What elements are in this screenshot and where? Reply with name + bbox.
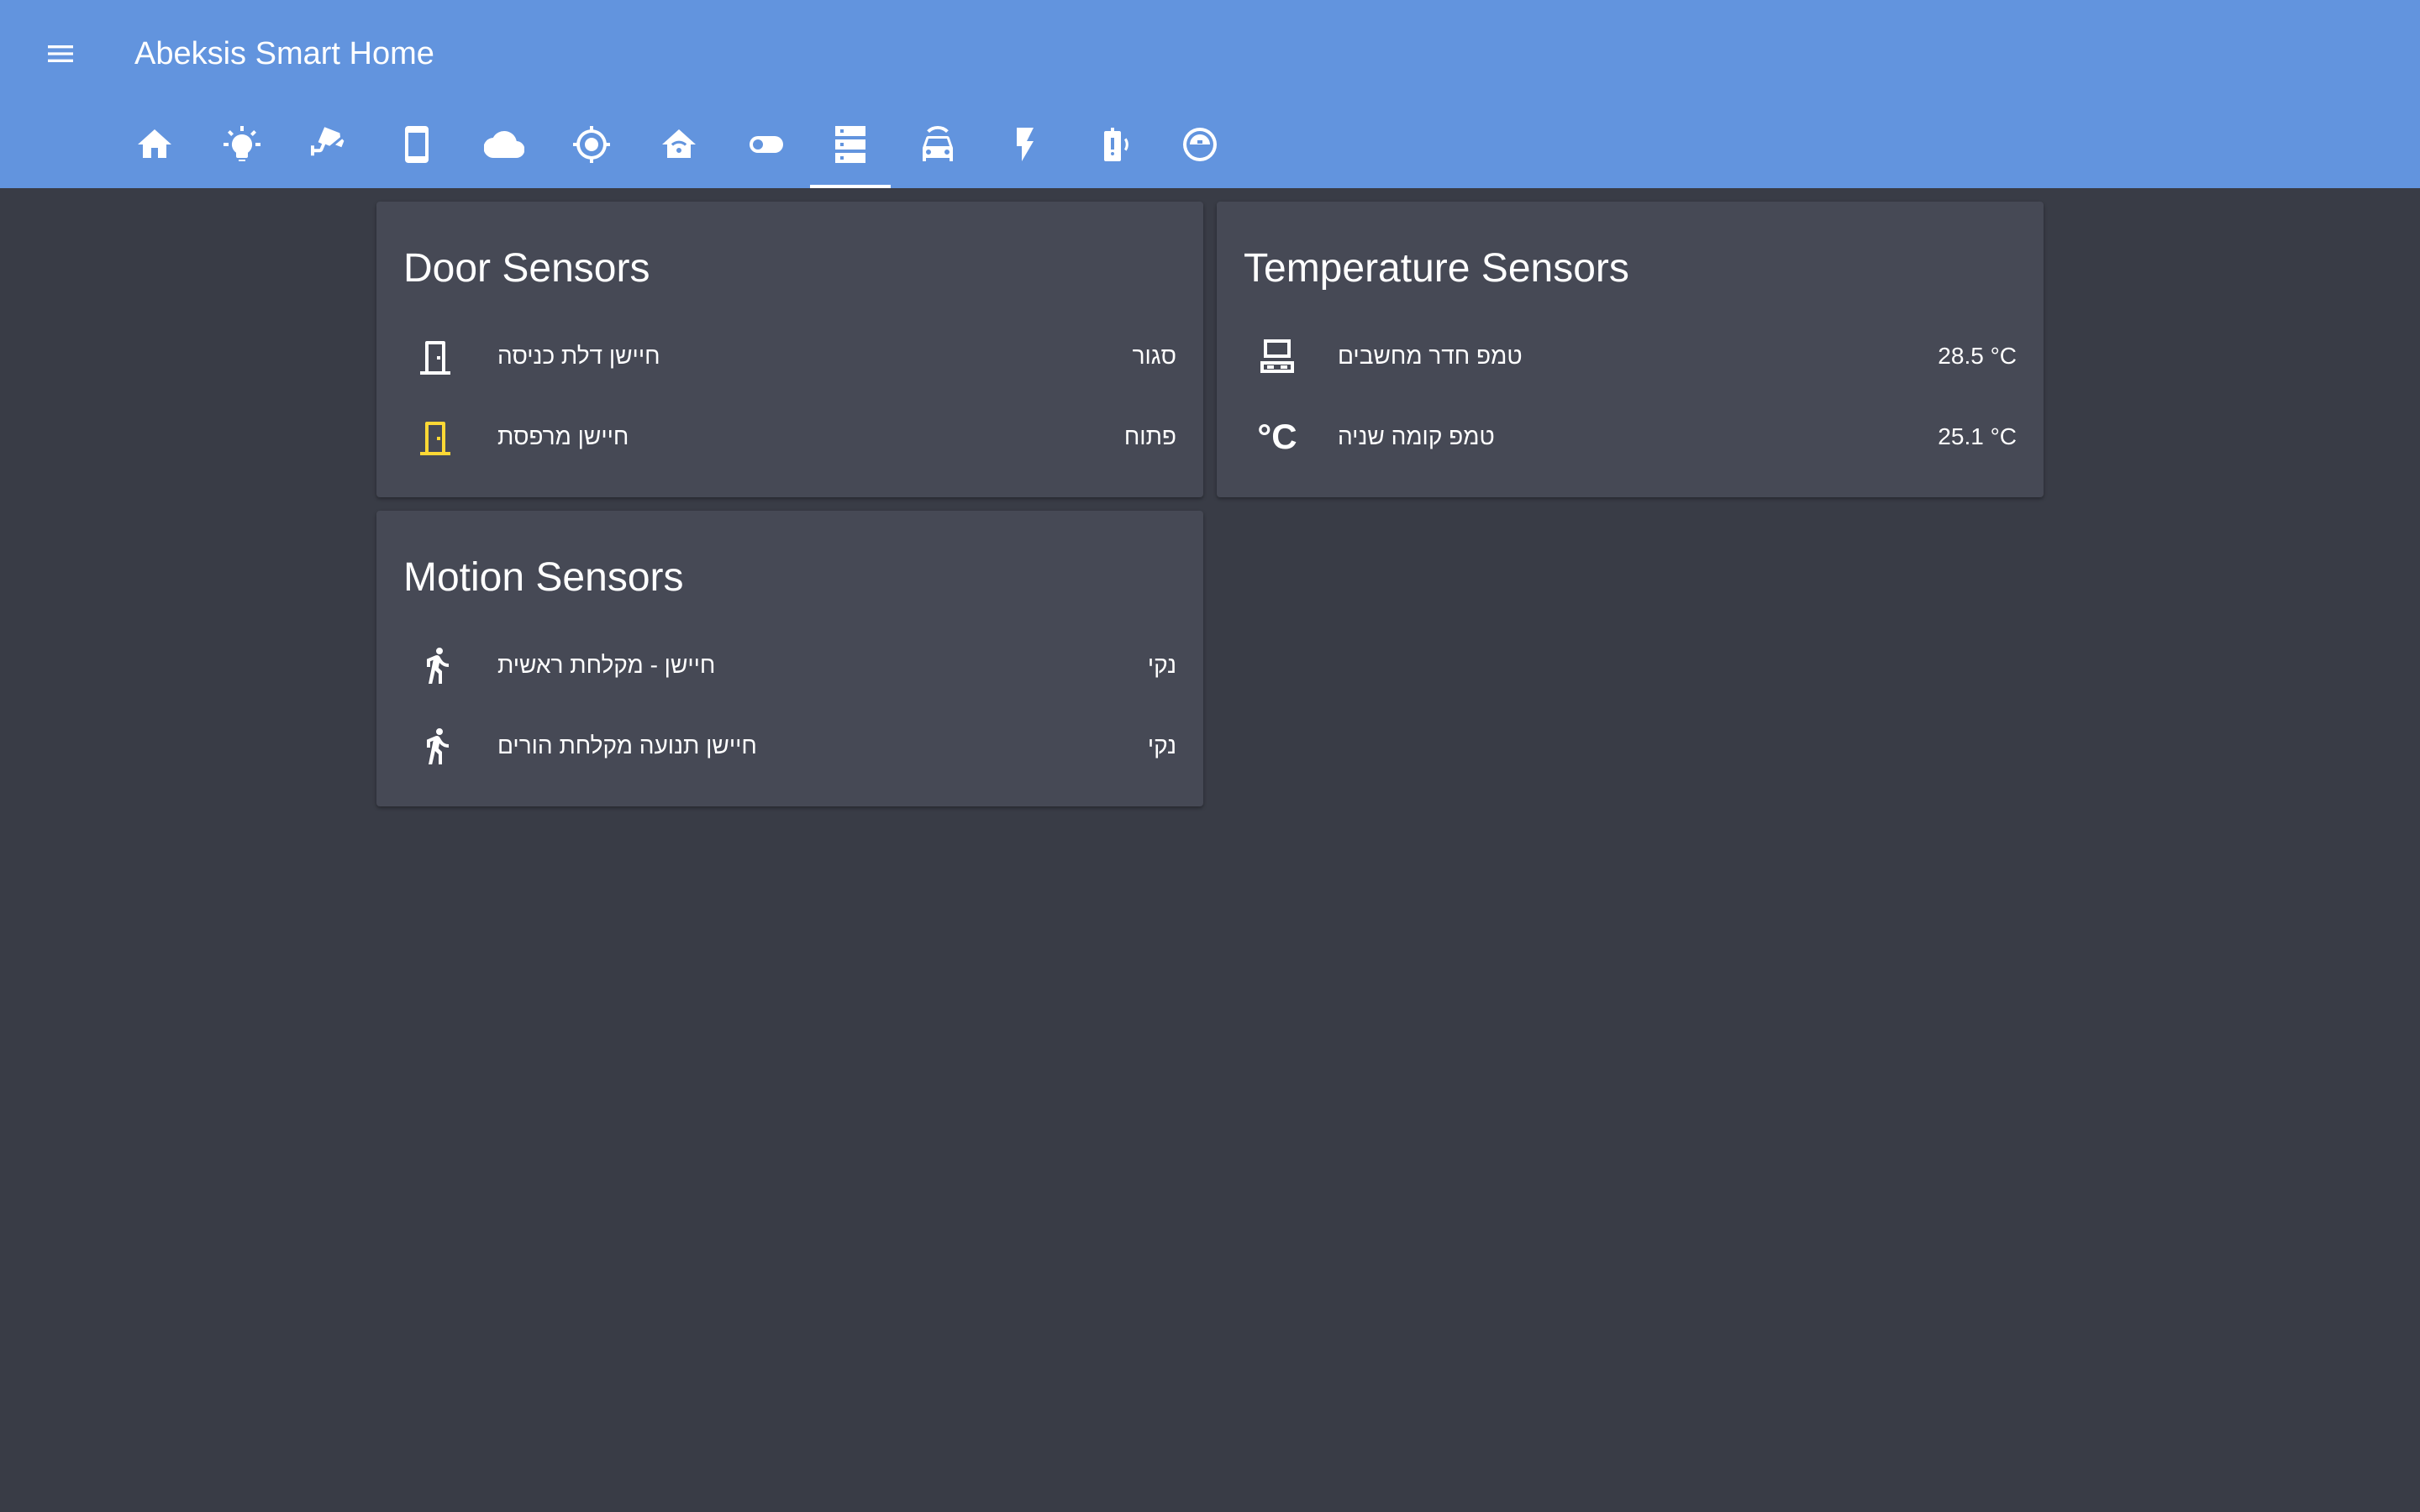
cellphone-icon (405, 126, 429, 163)
tab-switches[interactable] (726, 101, 807, 188)
entity-name: טמפ קומה שניה (1338, 423, 1495, 449)
menu-button[interactable] (37, 30, 84, 77)
car-connected-icon (923, 125, 953, 161)
tab-devices[interactable] (376, 101, 457, 188)
entity-row[interactable]: חיישן דלת כניסה סגור (376, 316, 1203, 396)
walk-icon (417, 645, 457, 685)
entity-state: נקי (1147, 652, 1176, 678)
entity-row[interactable]: חיישן - מקלחת ראשית נקי (376, 625, 1203, 706)
home-wifi-icon (662, 129, 696, 158)
entity-name: חיישן מרפסת (497, 423, 629, 449)
tab-location[interactable] (551, 101, 632, 188)
crosshairs-gps-icon (573, 126, 610, 163)
entity-row[interactable]: טמפ חדר מחשבים 28.5 °C (1217, 316, 2044, 396)
entity-row[interactable]: חיישן מרפסת פתוח (376, 396, 1203, 477)
motion-sensors-card: Motion Sensors חיישן - מקלחת ראשית נקי ח… (376, 511, 1203, 806)
walk-icon (417, 726, 457, 766)
entity-state: 25.1 °C (1938, 423, 2017, 449)
server-icon (835, 126, 865, 163)
tab-battery[interactable] (1072, 101, 1153, 188)
app-title: Abeksis Smart Home (134, 36, 434, 71)
entity-name: חיישן - מקלחת ראשית (497, 652, 716, 678)
tab-network[interactable] (639, 101, 719, 188)
desktop-computer-icon (1257, 336, 1297, 376)
tab-cameras[interactable] (289, 101, 370, 188)
entity-name: טמפ חדר מחשבים (1338, 343, 1523, 369)
door-closed-icon (417, 336, 457, 376)
entity-state: נקי (1147, 732, 1176, 759)
card-title: Temperature Sensors (1244, 246, 1629, 291)
home-icon (138, 129, 171, 158)
tab-weather[interactable] (464, 101, 544, 188)
entity-name: חיישן דלת כניסה (497, 343, 660, 369)
entity-row[interactable]: חיישן תנועה מקלחת הורים נקי (376, 706, 1203, 786)
temperature-celsius-icon: °C (1257, 417, 1297, 457)
cctv-camera-icon (311, 127, 345, 156)
entity-name: חיישן תנועה מקלחת הורים (497, 732, 757, 759)
cloud-icon (484, 130, 524, 159)
active-tab-indicator (810, 185, 891, 188)
app-header: Abeksis Smart Home (0, 0, 2420, 188)
menu-icon (48, 45, 73, 62)
entity-state: פתוח (1123, 423, 1176, 449)
robot-vacuum-icon (1183, 128, 1217, 161)
door-sensors-card: Door Sensors חיישן דלת כניסה סגור חיישן … (376, 202, 1203, 497)
lightbulb-icon (224, 126, 260, 161)
flash-icon (1017, 128, 1034, 161)
door-open-icon (417, 417, 457, 457)
tab-vacuum[interactable] (1160, 101, 1240, 188)
battery-alert-icon (1104, 128, 1128, 161)
tab-sensors[interactable] (810, 101, 891, 188)
celsius-glyph: °C (1257, 417, 1297, 456)
tab-power[interactable] (985, 101, 1065, 188)
tab-home[interactable] (114, 101, 195, 188)
toggle-switch-icon (750, 136, 783, 153)
card-title: Door Sensors (403, 246, 650, 291)
view-tabs (0, 101, 2420, 188)
tab-lights[interactable] (202, 101, 282, 188)
tab-car[interactable] (897, 101, 978, 188)
card-title: Motion Sensors (403, 555, 684, 600)
entity-state: סגור (1132, 343, 1176, 369)
entity-row[interactable]: °C טמפ קומה שניה 25.1 °C (1217, 396, 2044, 477)
entity-state: 28.5 °C (1938, 343, 2017, 369)
temperature-sensors-card: Temperature Sensors טמפ חדר מחשבים 28.5 … (1217, 202, 2044, 497)
